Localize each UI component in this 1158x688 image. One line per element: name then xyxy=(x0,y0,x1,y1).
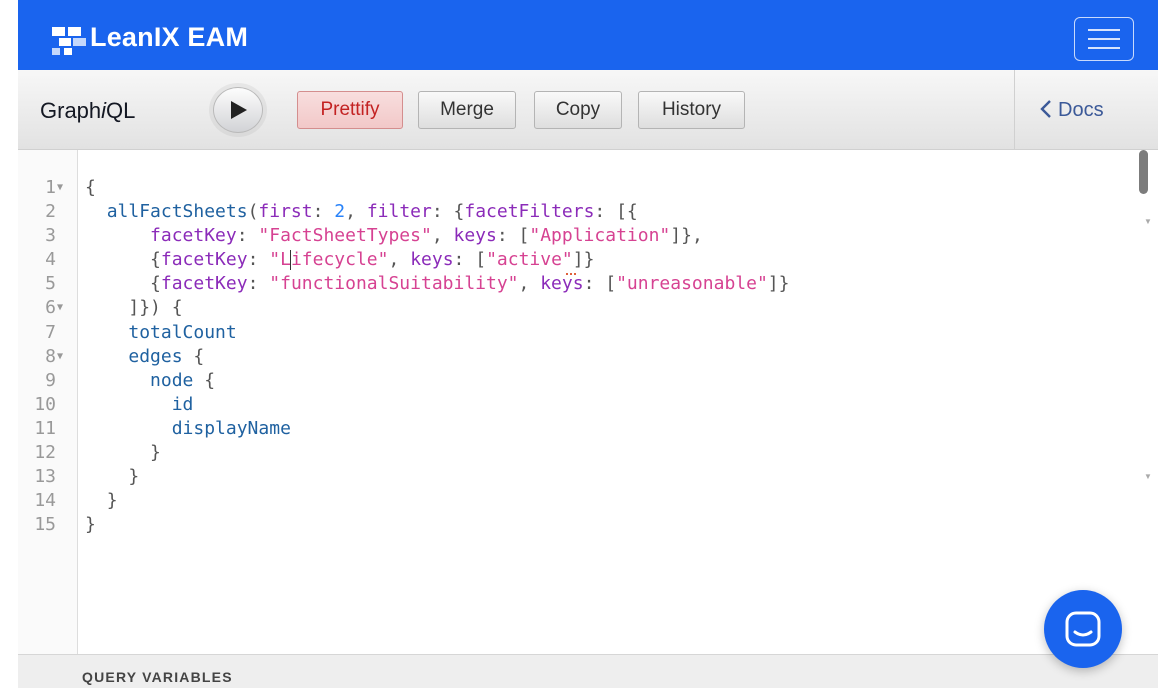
query-editor[interactable]: 1 ▼{ 2 allFactSheets(first: 2, filter: {f… xyxy=(18,150,1158,654)
execute-query-button[interactable] xyxy=(213,87,263,133)
fold-arrow-icon[interactable]: ▼ xyxy=(57,345,63,369)
fold-arrow-icon[interactable]: ▼ xyxy=(57,296,63,320)
graphiql-title: GraphiQL xyxy=(40,98,136,123)
fold-arrow-icon[interactable]: ▼ xyxy=(57,176,63,200)
prettify-button[interactable]: Prettify xyxy=(297,91,403,129)
docs-button[interactable]: Docs xyxy=(1040,99,1104,122)
brand-name: LeanIX EAM xyxy=(90,22,249,52)
app-window: LeanIX EAM GraphiQL Prettify Merge Copy … xyxy=(18,0,1158,688)
graphiql-toolbar: GraphiQL Prettify Merge Copy History Doc… xyxy=(18,70,1158,150)
chat-icon xyxy=(1065,611,1101,647)
editor-scrollbar[interactable] xyxy=(1139,150,1148,194)
query-variables-header[interactable]: QUERY VARIABLES xyxy=(18,654,1158,688)
brand-header: LeanIX EAM xyxy=(18,0,1158,70)
history-button[interactable]: History xyxy=(638,91,745,129)
docs-divider xyxy=(1014,70,1015,150)
copy-button[interactable]: Copy xyxy=(534,91,622,129)
chevron-left-icon xyxy=(1040,99,1051,118)
chat-launcher-button[interactable] xyxy=(1044,590,1122,668)
chevron-down-icon: ▼ xyxy=(1144,472,1152,481)
hamburger-menu-icon[interactable] xyxy=(1074,17,1134,61)
leanix-logo-icon xyxy=(52,27,86,55)
chevron-down-icon: ▼ xyxy=(1144,217,1152,226)
query-variables-title: QUERY VARIABLES xyxy=(82,669,233,685)
merge-button[interactable]: Merge xyxy=(418,91,516,129)
left-margin xyxy=(0,0,18,688)
play-icon xyxy=(231,101,247,119)
